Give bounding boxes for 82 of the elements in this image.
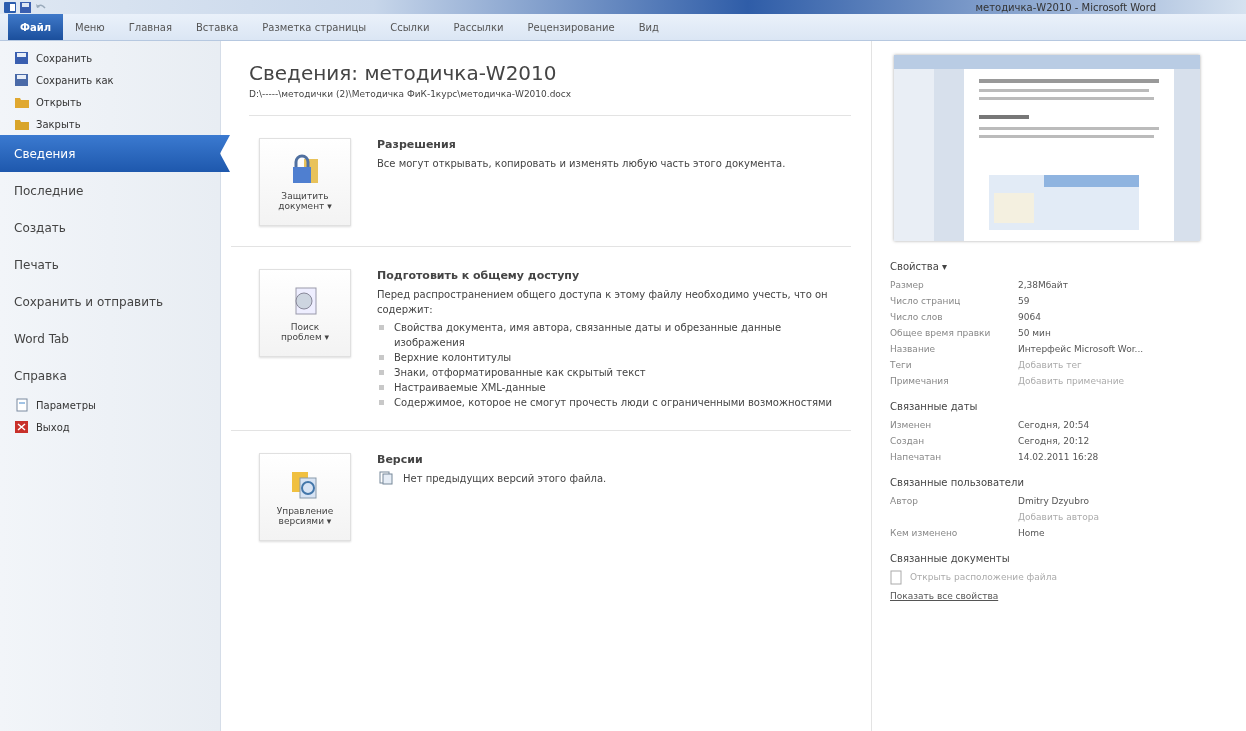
property-field[interactable]: Добавить примечание xyxy=(1018,376,1148,386)
property-value: Dmitry Dzyubro xyxy=(1018,496,1090,506)
property-value: Интерфейс Microsoft Wor... xyxy=(1018,344,1144,354)
dropdown-button[interactable]: Управление версиями ▾ xyxy=(259,453,351,541)
menu-item[interactable]: Сохранить и отправить xyxy=(0,283,220,320)
property-label: Автор xyxy=(890,496,918,506)
ribbon-tab[interactable]: Разметка страницы xyxy=(250,14,379,40)
folder-icon xyxy=(14,117,30,131)
section-description: Нет предыдущих версий этого файла. xyxy=(403,472,607,486)
property-label: Кем изменено xyxy=(890,528,958,538)
menu-item[interactable]: Закрыть xyxy=(0,113,220,135)
properties-heading: Связанные даты xyxy=(890,401,979,412)
file-path: D:\-----\методички (2)\Методичка ФиК-1курс\методичка-W2010.docx xyxy=(249,89,851,116)
properties-heading[interactable]: Свойства ▾ xyxy=(890,261,1246,272)
property-label: Напечатан xyxy=(890,452,942,462)
property-label: Примечания xyxy=(890,376,949,386)
menu-item[interactable]: Выход xyxy=(0,416,220,438)
ribbon-tab[interactable]: Рецензирование xyxy=(515,14,627,40)
menu-item[interactable]: Справка xyxy=(0,357,220,394)
property-value: 14.02.2011 16:28 xyxy=(1018,452,1099,462)
window-title: методичка-W2010 - Microsoft Word xyxy=(975,1,1156,13)
menu-item[interactable]: Последние xyxy=(0,172,220,209)
section-heading: Разрешения xyxy=(377,138,457,151)
bullet-icon xyxy=(379,370,384,375)
property-value: 9064 xyxy=(1018,312,1041,322)
bullet-icon xyxy=(379,325,384,330)
property-field[interactable]: Добавить тег xyxy=(1018,360,1148,370)
save-icon[interactable] xyxy=(20,1,31,13)
menu-item[interactable]: Печать xyxy=(0,246,220,283)
menu-item[interactable]: Сохранить xyxy=(0,47,220,69)
menu-item[interactable]: Создать xyxy=(0,209,220,246)
list-item: Свойства документа, имя автора, связанные даты и обрезанные данные изображения xyxy=(394,321,783,350)
property-value: 2,38Мбайт xyxy=(1018,280,1068,290)
property-value: Home xyxy=(1018,528,1045,538)
ribbon-tab[interactable]: Файл xyxy=(8,14,63,40)
properties-heading: Связанные документы xyxy=(890,553,1011,564)
property-label: Число слов xyxy=(890,312,943,322)
list-item: Настраиваемые XML-данные xyxy=(394,381,546,395)
property-value: 59 xyxy=(1018,296,1030,306)
menu-item[interactable]: Word Tab xyxy=(0,320,220,357)
property-value: Сегодня, 20:54 xyxy=(1018,420,1090,430)
list-item: Верхние колонтитулы xyxy=(394,351,512,365)
ribbon-tab[interactable]: Вставка xyxy=(183,14,251,40)
ribbon-tab[interactable]: Рассылки xyxy=(441,14,516,40)
word-logo-icon xyxy=(4,1,16,13)
property-label: Изменен xyxy=(890,420,932,430)
bullet-icon xyxy=(379,385,384,390)
ribbon-tab[interactable]: Главная xyxy=(116,14,184,40)
property-field[interactable]: Добавить автора xyxy=(1018,512,1148,522)
folder-icon xyxy=(14,95,30,109)
property-value: 50 мин xyxy=(1018,328,1051,338)
property-label: Создан xyxy=(890,436,925,446)
show-all-properties-link[interactable]: Показать все свойства xyxy=(890,591,999,601)
ribbon-tab[interactable]: Меню xyxy=(63,14,117,40)
ribbon-tab[interactable]: Вид xyxy=(626,14,671,40)
list-item: Содержимое, которое не смогут прочесть люди с ограниченными возможностями xyxy=(394,396,832,410)
menu-item[interactable]: Сохранить как xyxy=(0,69,220,91)
property-label: Размер xyxy=(890,280,924,290)
menu-item[interactable]: Параметры xyxy=(0,394,220,416)
property-value: Сегодня, 20:12 xyxy=(1018,436,1090,446)
property-label: Число страниц xyxy=(890,296,961,306)
section-description: Все могут открывать, копировать и изменять любую часть этого документа. xyxy=(377,157,787,171)
menu-item[interactable]: Сведения xyxy=(0,135,230,172)
dropdown-button[interactable]: Защитить документ ▾ xyxy=(259,138,351,226)
documents-icon xyxy=(379,471,393,485)
property-label: Общее время правки xyxy=(890,328,991,338)
list-item: Знаки, отформатированные как скрытый текст xyxy=(394,366,646,380)
section-description: Перед распространением общего доступа к этому файлу необходимо учесть, что он содержит: xyxy=(377,288,829,317)
property-label: Название xyxy=(890,344,936,354)
exit-icon xyxy=(14,420,30,434)
bullet-icon xyxy=(379,400,384,405)
section-heading: Подготовить к общему доступу xyxy=(377,269,581,282)
property-label: Теги xyxy=(890,360,912,370)
info-title: Сведения: методичка-W2010 xyxy=(249,61,558,85)
ribbon-tab[interactable]: Ссылки xyxy=(378,14,442,40)
properties-heading: Связанные пользователи xyxy=(890,477,1025,488)
document-icon xyxy=(14,398,30,412)
menu-item[interactable]: Открыть xyxy=(0,91,220,113)
bullet-icon xyxy=(379,355,384,360)
dropdown-button[interactable]: Поиск проблем ▾ xyxy=(259,269,351,357)
document-icon xyxy=(890,569,902,585)
section-heading: Версии xyxy=(377,453,424,466)
